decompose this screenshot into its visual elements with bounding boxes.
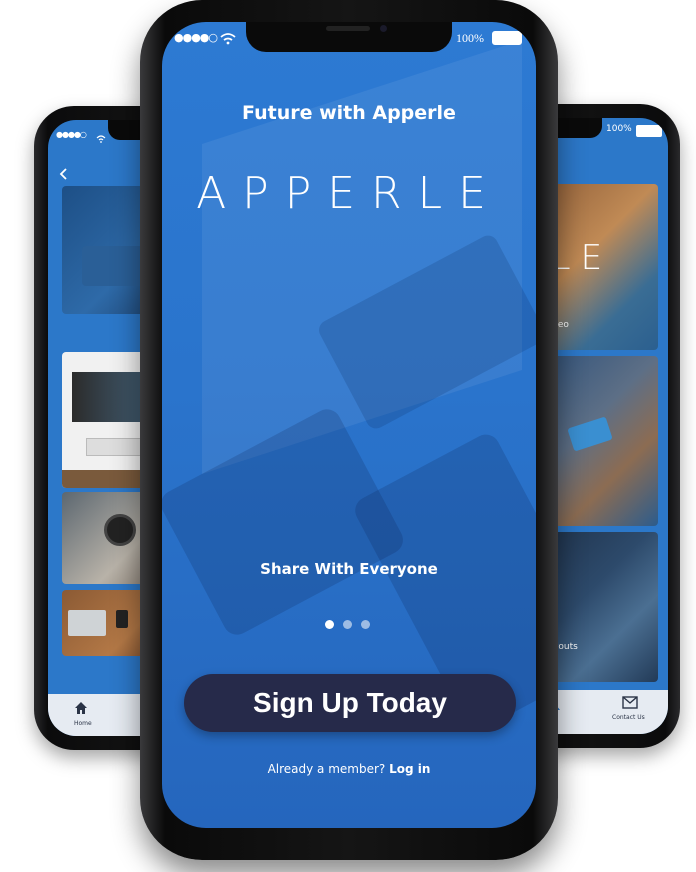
phone-shape bbox=[567, 416, 613, 452]
phone-shape bbox=[116, 610, 128, 628]
apperle-logo: APPERLE bbox=[196, 168, 502, 219]
page-indicator[interactable] bbox=[325, 620, 375, 630]
page-dot[interactable] bbox=[361, 620, 370, 629]
center-phone-screen: ●●●●○ 100% Future with Apperle APPERLE S… bbox=[162, 22, 536, 828]
home-icon[interactable] bbox=[74, 700, 88, 714]
front-camera bbox=[380, 25, 387, 32]
envelope-icon[interactable] bbox=[622, 694, 638, 709]
login-link[interactable]: Log in bbox=[389, 762, 430, 776]
member-line: Already a member? Log in bbox=[162, 762, 536, 776]
signup-button-label: Sign Up Today bbox=[253, 687, 447, 718]
signup-button[interactable]: Sign Up Today bbox=[184, 674, 516, 732]
phone-notch bbox=[246, 22, 452, 52]
laptop-shape bbox=[68, 610, 106, 636]
speaker-grille bbox=[326, 26, 370, 31]
battery-text: 100% bbox=[456, 31, 484, 45]
member-text: Already a member? bbox=[267, 762, 386, 776]
tab-contact-label[interactable]: Contact Us bbox=[612, 714, 645, 721]
camera-lens-shape bbox=[104, 514, 136, 546]
battery-text: 100% bbox=[606, 124, 632, 134]
wifi-icon bbox=[220, 30, 236, 45]
page-dot[interactable] bbox=[343, 620, 352, 629]
feature-caption: Share With Everyone bbox=[260, 560, 438, 578]
signal-icon: ●●●●○ bbox=[56, 130, 87, 139]
tagline: Future with Apperle bbox=[242, 102, 456, 124]
tab-home-label[interactable]: Home bbox=[74, 720, 92, 727]
wifi-icon bbox=[96, 128, 106, 143]
center-phone-mockup: ●●●●○ 100% Future with Apperle APPERLE S… bbox=[140, 0, 558, 860]
battery-icon bbox=[492, 31, 522, 45]
page-dot-active[interactable] bbox=[325, 620, 334, 629]
battery-icon bbox=[636, 125, 662, 137]
chevron-left-icon[interactable] bbox=[58, 166, 70, 180]
signal-icon: ●●●●○ bbox=[174, 31, 218, 44]
